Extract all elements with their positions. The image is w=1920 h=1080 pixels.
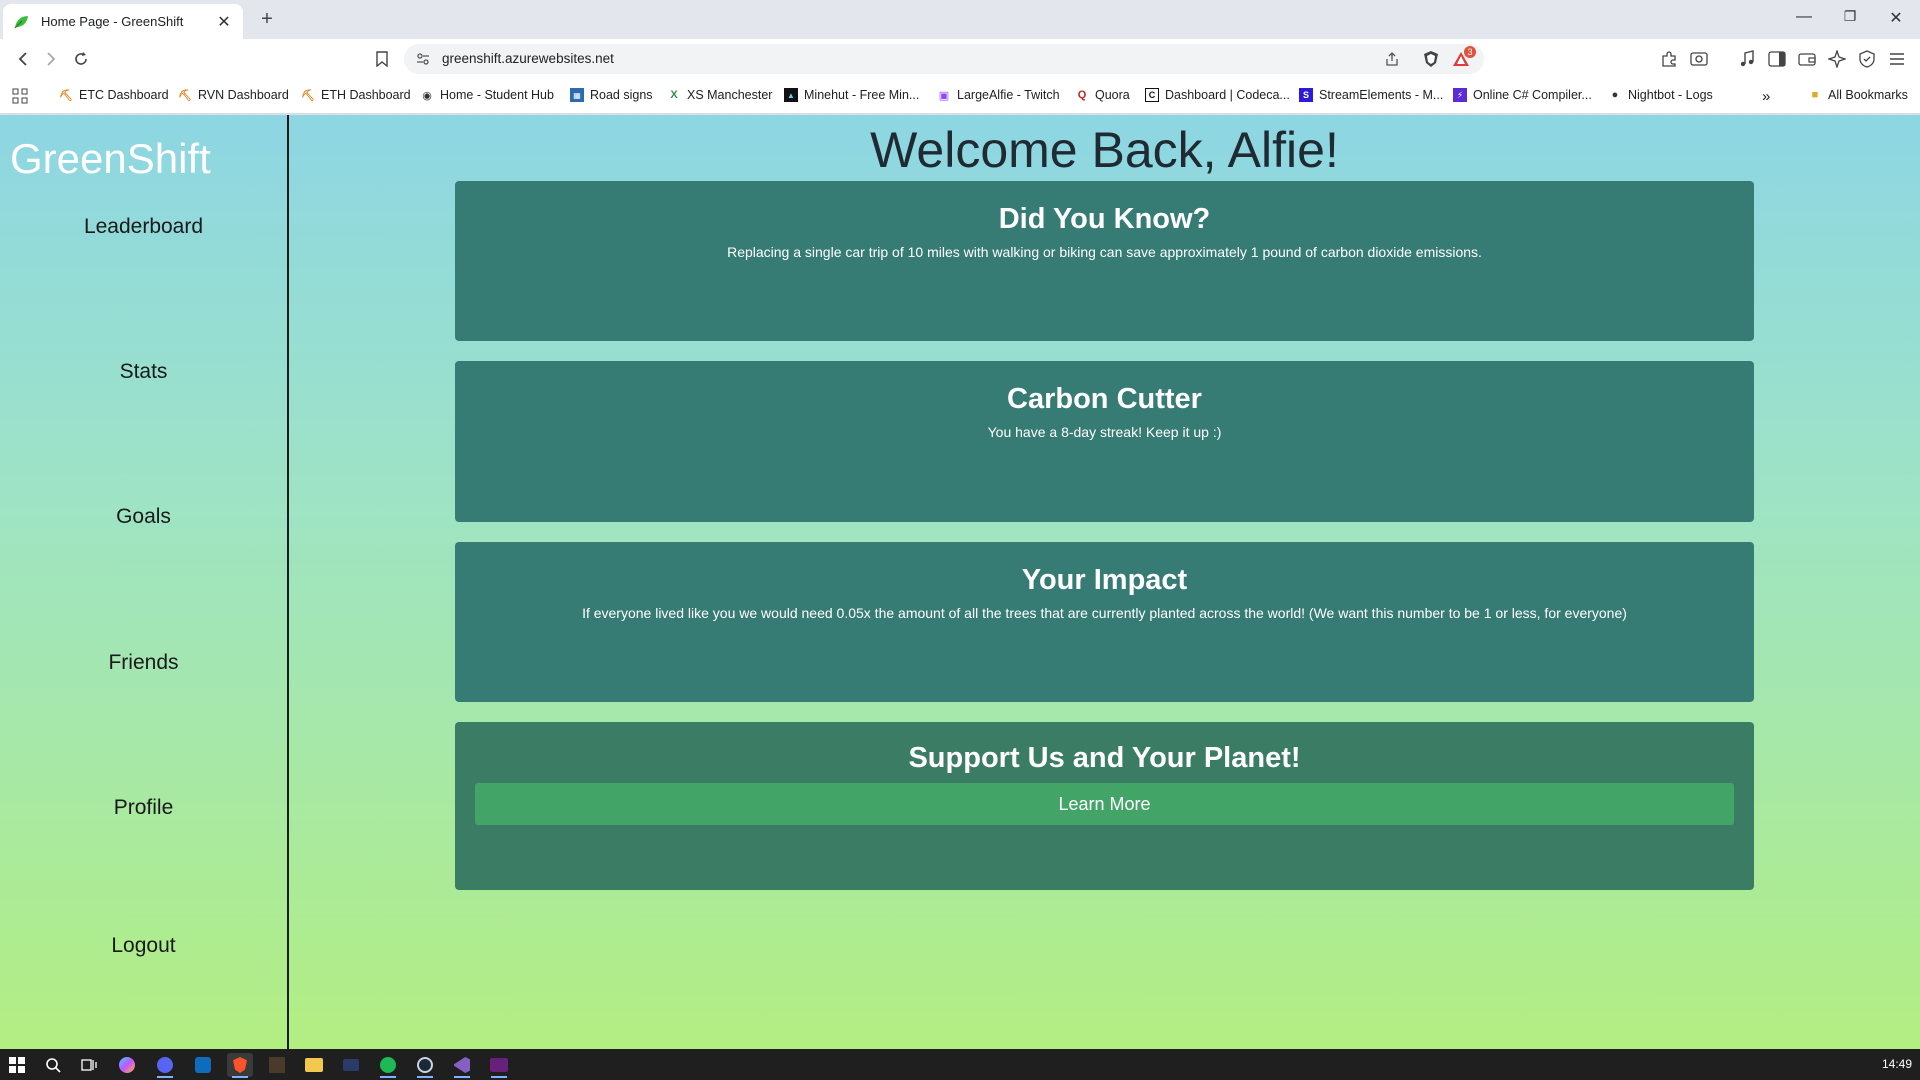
minimize-icon[interactable]: — xyxy=(1794,8,1814,26)
card-support-us: Support Us and Your Planet! Learn More xyxy=(455,722,1754,890)
bookmark-streamelements[interactable]: S StreamElements - M... xyxy=(1299,88,1443,102)
card-title: Carbon Cutter xyxy=(1007,383,1202,415)
bookmark-twitch[interactable]: ▣ LargeAlfie - Twitch xyxy=(937,88,1060,102)
globe-icon: ◉ xyxy=(422,89,432,102)
wallet-icon[interactable] xyxy=(1797,49,1817,69)
welcome-heading: Welcome Back, Alfie! xyxy=(870,122,1339,178)
compiler-icon: ⚡ xyxy=(1453,88,1467,102)
page-content: GreenShift Leaderboard Stats Goals Frien… xyxy=(0,115,1920,1049)
road-signs-icon: ▦ xyxy=(570,88,584,102)
bookmark-rvn-dashboard[interactable]: ⛏ RVN Dashboard xyxy=(178,88,289,102)
vpn-icon[interactable] xyxy=(1857,49,1877,69)
share-icon[interactable] xyxy=(1383,50,1401,68)
quora-icon: Q xyxy=(1077,89,1087,101)
file-explorer-icon[interactable] xyxy=(301,1053,327,1077)
pickaxe-icon: ⛏ xyxy=(301,89,315,102)
card-title: Your Impact xyxy=(1021,564,1188,596)
brave-shield-icon[interactable] xyxy=(1422,50,1440,68)
restore-icon[interactable]: ❐ xyxy=(1840,8,1860,25)
spotify-icon[interactable] xyxy=(375,1053,401,1078)
bookmark-student-hub[interactable]: ◉ Home - Student Hub xyxy=(420,88,554,102)
bookmark-eth-dashboard[interactable]: ⛏ ETH Dashboard xyxy=(301,88,411,102)
x-icon: X xyxy=(670,89,678,101)
browser-toolbar: greenshift.azurewebsites.net 3 xyxy=(0,39,1920,80)
tab-close-icon[interactable]: ✕ xyxy=(215,12,233,32)
tab-home-page[interactable]: Home Page - GreenShift ✕ xyxy=(3,4,243,39)
bookmarks-bar: ⛏ ETC Dashboard ⛏ RVN Dashboard ⛏ ETH Dashb… xyxy=(0,80,1920,114)
nav-leaderboard[interactable]: Leaderboard xyxy=(0,215,287,239)
card-did-you-know: Did You Know? Replacing a single car tri… xyxy=(455,181,1754,341)
bookmark-minehut[interactable]: ▲ Minehut - Free Min... xyxy=(784,88,919,102)
sidebar: GreenShift Leaderboard Stats Goals Frien… xyxy=(0,115,289,1049)
taskbar: 14:49 xyxy=(0,1049,1920,1080)
brave-browser-icon[interactable] xyxy=(227,1053,253,1078)
extensions-icon[interactable] xyxy=(1659,49,1679,69)
nav-friends[interactable]: Friends xyxy=(0,651,287,675)
sidebar-toggle-icon[interactable] xyxy=(1767,49,1787,69)
rewards-badge: 3 xyxy=(1464,46,1476,58)
codecademy-icon: C xyxy=(1145,88,1159,102)
streamelements-icon: S xyxy=(1299,88,1313,102)
pickaxe-icon: ⛏ xyxy=(59,89,73,102)
nav-profile[interactable]: Profile xyxy=(0,796,287,820)
back-icon[interactable] xyxy=(12,48,34,70)
new-tab-button[interactable]: + xyxy=(256,8,278,31)
card-text: Replacing a single car trip of 10 miles … xyxy=(727,244,1482,260)
card-text: You have a 8-day streak! Keep it up :) xyxy=(987,424,1222,440)
csharp-app-icon[interactable] xyxy=(486,1053,512,1078)
card-title: Support Us and Your Planet! xyxy=(908,742,1301,774)
pickaxe-icon: ⛏ xyxy=(178,89,192,102)
visual-studio-icon[interactable] xyxy=(449,1053,475,1078)
url-text: greenshift.azurewebsites.net xyxy=(442,51,614,66)
discord-icon[interactable] xyxy=(152,1053,178,1078)
app-icon[interactable] xyxy=(338,1053,364,1077)
twitch-icon: ▣ xyxy=(938,89,950,102)
nav-goals[interactable]: Goals xyxy=(0,505,287,529)
minecraft-icon[interactable] xyxy=(264,1053,290,1077)
leo-ai-icon[interactable] xyxy=(1827,49,1847,69)
card-text: If everyone lived like you we would need… xyxy=(582,605,1627,621)
all-bookmarks-folder[interactable]: ■ All Bookmarks xyxy=(1808,88,1908,102)
bookmark-road-signs[interactable]: ▦ Road signs xyxy=(570,88,653,102)
bookmark-codecademy[interactable]: C Dashboard | Codeca... xyxy=(1145,88,1290,102)
tab-title: Home Page - GreenShift xyxy=(41,14,184,29)
outlook-icon[interactable] xyxy=(190,1053,216,1077)
task-view-icon[interactable] xyxy=(76,1053,102,1077)
screenshot-icon[interactable] xyxy=(1689,49,1709,69)
bookmark-csharp-compiler[interactable]: ⚡ Online C# Compiler... xyxy=(1453,88,1592,102)
reload-icon[interactable] xyxy=(70,48,92,70)
bookmark-xs-manchester[interactable]: X XS Manchester xyxy=(667,88,772,102)
bookmark-quora[interactable]: Q Quora xyxy=(1075,88,1130,102)
menu-icon[interactable] xyxy=(1887,49,1907,69)
close-window-icon[interactable]: ✕ xyxy=(1886,8,1906,28)
brand-logo[interactable]: GreenShift xyxy=(10,135,211,183)
learn-more-button[interactable]: Learn More xyxy=(475,783,1734,825)
nightbot-icon: ● xyxy=(1611,89,1619,101)
bookmark-page-icon[interactable] xyxy=(371,48,393,70)
bookmark-nightbot[interactable]: ● Nightbot - Logs xyxy=(1608,88,1713,102)
folder-icon: ■ xyxy=(1811,89,1819,101)
card-title: Did You Know? xyxy=(998,203,1211,235)
leaf-icon xyxy=(13,13,31,31)
steam-icon[interactable] xyxy=(412,1053,438,1078)
forward-icon[interactable] xyxy=(40,48,62,70)
bookmark-etc-dashboard[interactable]: ⛏ ETC Dashboard xyxy=(59,88,169,102)
music-icon[interactable] xyxy=(1737,49,1757,69)
search-icon[interactable] xyxy=(40,1053,66,1077)
nav-stats[interactable]: Stats xyxy=(0,360,287,384)
card-carbon-cutter: Carbon Cutter You have a 8-day streak! K… xyxy=(455,361,1754,522)
windows-start-icon[interactable] xyxy=(4,1053,30,1077)
site-settings-icon[interactable] xyxy=(414,50,432,68)
more-bookmarks-icon[interactable]: » xyxy=(1762,88,1770,105)
apps-grid-icon[interactable] xyxy=(12,88,28,104)
address-bar[interactable]: greenshift.azurewebsites.net 3 xyxy=(404,44,1484,74)
copilot-icon[interactable] xyxy=(114,1053,140,1077)
card-your-impact: Your Impact If everyone lived like you w… xyxy=(455,542,1754,702)
clock: 14:49 xyxy=(1881,1057,1912,1071)
nav-logout[interactable]: Logout xyxy=(0,934,287,958)
minehut-icon: ▲ xyxy=(784,88,798,102)
tab-strip: Home Page - GreenShift ✕ + — ❐ ✕ xyxy=(0,0,1920,39)
